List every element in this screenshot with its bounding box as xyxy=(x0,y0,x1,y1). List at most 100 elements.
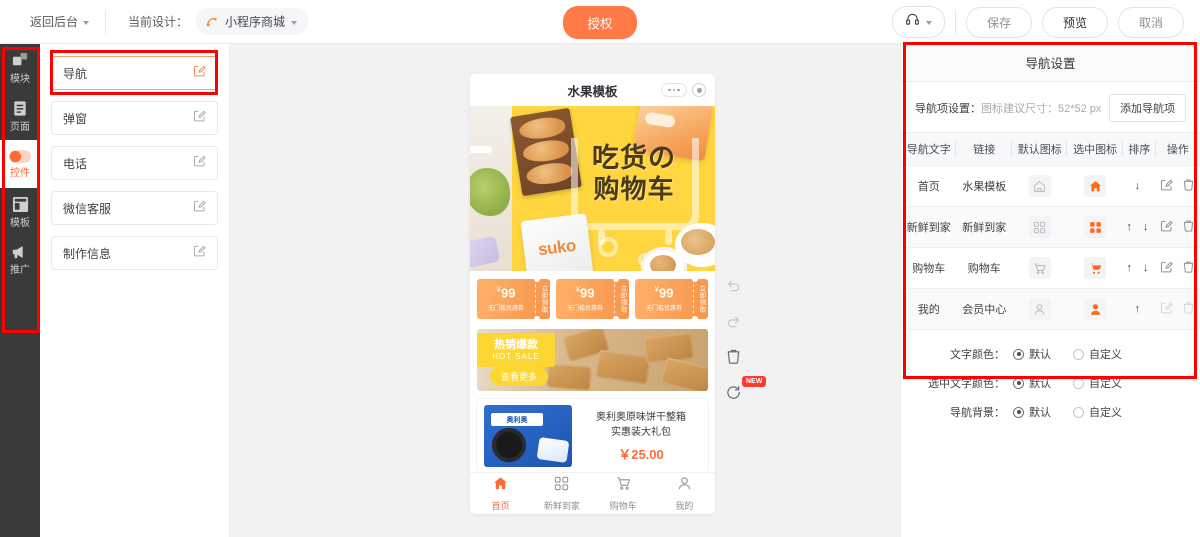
delete-icon[interactable] xyxy=(1182,219,1195,235)
grid-filled-icon[interactable] xyxy=(1084,216,1107,238)
widget-item-phone[interactable]: 电话 xyxy=(51,146,218,180)
nav-items-table: 导航文字 链接 默认图标 选中图标 排序 操作 首页 水果模板 ↓ 新鲜到家 新… xyxy=(901,132,1200,330)
radio-selected-text-color-custom[interactable]: 自定义 xyxy=(1073,375,1122,391)
option-label: 文字颜色： xyxy=(950,349,1005,361)
sidebar-item-modules[interactable]: 模块 xyxy=(0,44,40,92)
radio-dot xyxy=(1013,377,1024,389)
bottom-nav-cart[interactable]: 购物车 xyxy=(593,476,654,512)
milk-glass-shape xyxy=(536,437,570,463)
product-title-line2: 实惠装大礼包 xyxy=(611,426,671,438)
target-circle-icon xyxy=(692,83,706,97)
delete-icon[interactable] xyxy=(1182,178,1195,194)
top-bar: 返回后台 当前设计： 小程序商城 授权 保存 预览 取消 xyxy=(0,0,1200,44)
home-outline-icon[interactable] xyxy=(1028,175,1051,197)
radio-text-color-default[interactable]: 默认 xyxy=(1013,346,1051,362)
cart-icon xyxy=(616,476,631,496)
grid-outline-icon[interactable] xyxy=(1028,216,1051,238)
coupon-sub: 无门槛优惠券 xyxy=(566,305,603,312)
bottom-nav-mine[interactable]: 我的 xyxy=(654,476,715,512)
home-filled-icon[interactable] xyxy=(1084,175,1107,197)
phone-header: 水果模板 xyxy=(470,74,715,106)
panel-header: 导航设置 xyxy=(901,44,1200,82)
authorize-button[interactable]: 授权 xyxy=(563,5,637,39)
cell-default-icon xyxy=(1011,288,1068,330)
bottom-nav-label: 我的 xyxy=(675,500,694,511)
delete-icon xyxy=(1182,301,1195,317)
coupon-action[interactable]: 立即领取 xyxy=(535,279,550,319)
cell-sort[interactable]: ↑ ↓ xyxy=(1122,247,1156,289)
edit-icon[interactable] xyxy=(1160,219,1174,235)
cell-default-icon xyxy=(1011,165,1068,207)
widget-item-production-info[interactable]: 制作信息 xyxy=(51,236,218,270)
nav-item-settings-label: 导航项设置：图标建议尺寸：52*52 px xyxy=(915,100,1101,116)
sidebar-item-widgets[interactable]: 控件 xyxy=(0,132,40,196)
coupon-price: ¥99 xyxy=(576,286,595,300)
edit-icon[interactable] xyxy=(193,109,206,127)
cancel-button[interactable]: 取消 xyxy=(1117,6,1184,38)
radio-selected-text-color-default[interactable]: 默认 xyxy=(1013,375,1051,391)
coupon-action[interactable]: 立即领取 xyxy=(614,279,629,319)
product-card[interactable]: 奥利奥 奥利奥原味饼干整箱 实惠装大礼包 ￥25.00 xyxy=(477,399,708,473)
cell-sort[interactable]: ↓ xyxy=(1122,165,1156,207)
col-nav-text: 导航文字 xyxy=(901,132,957,166)
widget-item-wechat-service[interactable]: 微信客服 xyxy=(51,191,218,225)
edit-icon[interactable] xyxy=(193,154,206,172)
edit-icon[interactable] xyxy=(193,199,206,217)
edit-icon[interactable] xyxy=(1160,178,1174,194)
left-rail: 模块 页面 控件 模板 推广 xyxy=(0,44,40,537)
user-filled-icon[interactable] xyxy=(1084,298,1107,320)
add-nav-item-button[interactable]: 添加导航项 xyxy=(1109,94,1186,122)
cell-default-icon xyxy=(1011,247,1068,289)
banner-suko-package: suko xyxy=(520,213,594,271)
restore-icon[interactable]: NEW xyxy=(725,376,767,402)
redo-icon[interactable] xyxy=(725,312,743,330)
hot-sale-title: 热销爆款 xyxy=(494,339,538,352)
radio-nav-background-default[interactable]: 默认 xyxy=(1013,404,1051,420)
preview-button[interactable]: 预览 xyxy=(1041,6,1108,38)
sidebar-item-promotion[interactable]: 推广 xyxy=(0,236,40,284)
back-to-admin-button[interactable]: 返回后台 xyxy=(0,0,105,44)
support-button[interactable] xyxy=(891,6,945,38)
cart-filled-icon[interactable] xyxy=(1084,257,1107,279)
sidebar-item-templates[interactable]: 模板 xyxy=(0,188,40,236)
undo-icon[interactable] xyxy=(725,276,743,294)
table-row: 新鲜到家 新鲜到家 ↑ ↓ xyxy=(901,206,1200,248)
design-selector[interactable]: 小程序商城 xyxy=(196,8,309,35)
hero-banner[interactable]: 吃货の 购物车 suko xyxy=(470,106,715,271)
trash-icon[interactable] xyxy=(725,348,743,366)
cell-sort[interactable]: ↑ xyxy=(1122,288,1156,330)
coupon-action[interactable]: 立即领取 xyxy=(693,279,708,319)
widget-item-popup[interactable]: 弹窗 xyxy=(51,101,218,135)
widget-item-nav[interactable]: 导航 xyxy=(51,56,218,90)
banner-suko-text: suko xyxy=(537,235,577,260)
cart-outline-icon[interactable] xyxy=(1028,257,1051,279)
grid-icon xyxy=(554,476,569,496)
panel-title: 导航设置 xyxy=(1025,57,1076,71)
cell-selected-icon xyxy=(1067,288,1123,330)
radio-dot xyxy=(1073,406,1084,418)
edit-icon[interactable] xyxy=(193,64,206,82)
table-head: 导航文字 链接 默认图标 选中图标 排序 操作 xyxy=(901,132,1200,166)
banner-ring-1 xyxy=(598,237,618,257)
coupon-price: ¥99 xyxy=(655,286,674,300)
coupon-card[interactable]: ¥99 无门槛优惠券 立即领取 xyxy=(477,279,550,319)
cell-sort[interactable]: ↑ ↓ xyxy=(1122,206,1156,248)
phone-bottom-nav: 首页 新鲜到家 购物车 我的 xyxy=(470,472,715,514)
hot-sale-more-button[interactable]: 查看更多 xyxy=(490,367,549,386)
coupon-card[interactable]: ¥99 无门槛优惠券 立即领取 xyxy=(556,279,629,319)
radio-text-color-custom[interactable]: 自定义 xyxy=(1073,346,1122,362)
radio-nav-background-custom[interactable]: 自定义 xyxy=(1073,404,1122,420)
delete-icon[interactable] xyxy=(1182,260,1195,276)
option-nav-background: 导航背景： 默认 自定义 xyxy=(901,404,1200,420)
user-outline-icon[interactable] xyxy=(1028,298,1051,320)
widget-label: 微信客服 xyxy=(63,201,112,216)
bottom-nav-home[interactable]: 首页 xyxy=(470,476,531,512)
hot-sale-banner[interactable]: 热销爆款 HOT SALE 查看更多 xyxy=(477,329,708,391)
home-icon xyxy=(493,476,508,496)
coupon-card[interactable]: ¥99 无门槛优惠券 立即领取 xyxy=(635,279,708,319)
save-button[interactable]: 保存 xyxy=(965,6,1032,38)
edit-icon[interactable] xyxy=(193,244,206,262)
bottom-nav-fresh[interactable]: 新鲜到家 xyxy=(531,476,592,512)
edit-icon[interactable] xyxy=(1160,260,1174,276)
col-actions: 操作 xyxy=(1155,132,1200,166)
